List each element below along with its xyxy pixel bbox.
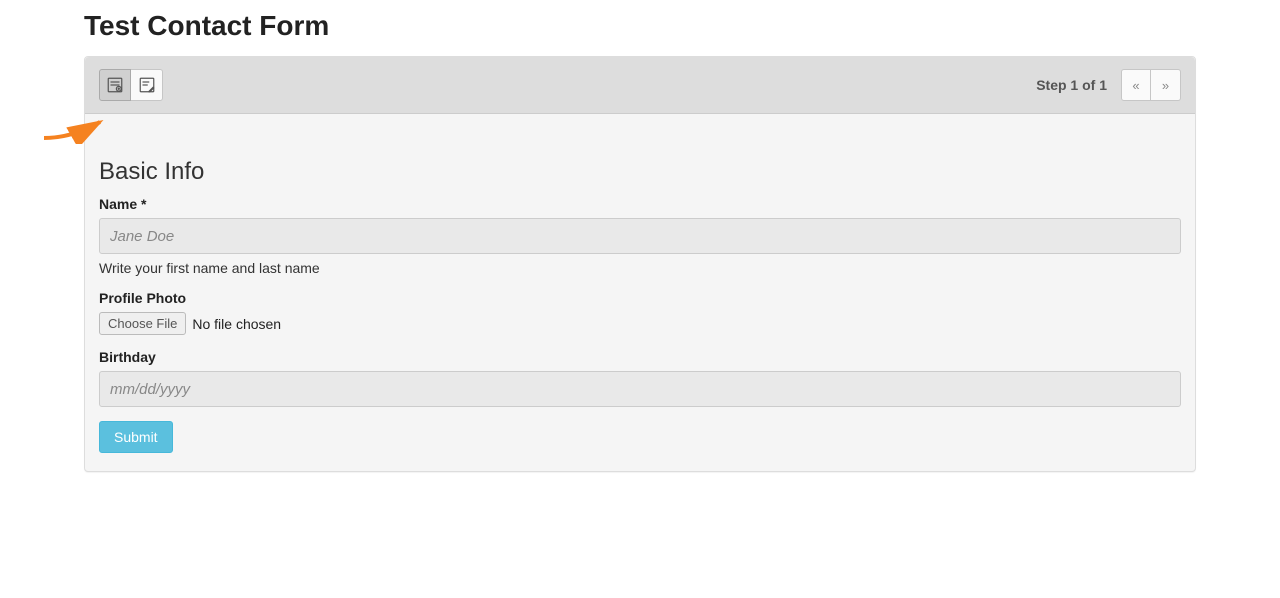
file-status-text: No file chosen [192,316,281,332]
edit-mode-button[interactable] [131,69,163,101]
photo-label: Profile Photo [99,290,1181,306]
name-input[interactable] [99,218,1181,254]
birthday-input[interactable] [99,371,1181,407]
view-mode-button[interactable] [99,69,131,101]
chevron-double-left-icon: « [1132,78,1139,93]
choose-file-button[interactable]: Choose File [99,312,186,335]
photo-field: Profile Photo Choose File No file chosen [99,290,1181,335]
form-toolbar: Step 1 of 1 « » [85,57,1195,114]
section-title: Basic Info [99,158,1181,186]
birthday-label: Birthday [99,349,1181,365]
form-view-icon [106,76,124,94]
step-nav-group: « » [1121,69,1181,101]
submit-button[interactable]: Submit [99,421,173,453]
step-indicator: Step 1 of 1 [1036,77,1107,93]
name-field: Name * Write your first name and last na… [99,196,1181,276]
name-help-text: Write your first name and last name [99,260,1181,276]
form-edit-icon [138,76,156,94]
page-title: Test Contact Form [84,10,1280,42]
birthday-field: Birthday [99,349,1181,407]
name-label: Name * [99,196,1181,212]
form-body: Basic Info Name * Write your first name … [85,114,1195,471]
form-panel: Step 1 of 1 « » Basic Info Name * Write … [84,56,1196,472]
prev-step-button[interactable]: « [1121,69,1151,101]
chevron-double-right-icon: » [1162,78,1169,93]
next-step-button[interactable]: » [1151,69,1181,101]
toolbar-step-group: Step 1 of 1 « » [1036,69,1181,101]
toolbar-mode-group [99,69,163,101]
